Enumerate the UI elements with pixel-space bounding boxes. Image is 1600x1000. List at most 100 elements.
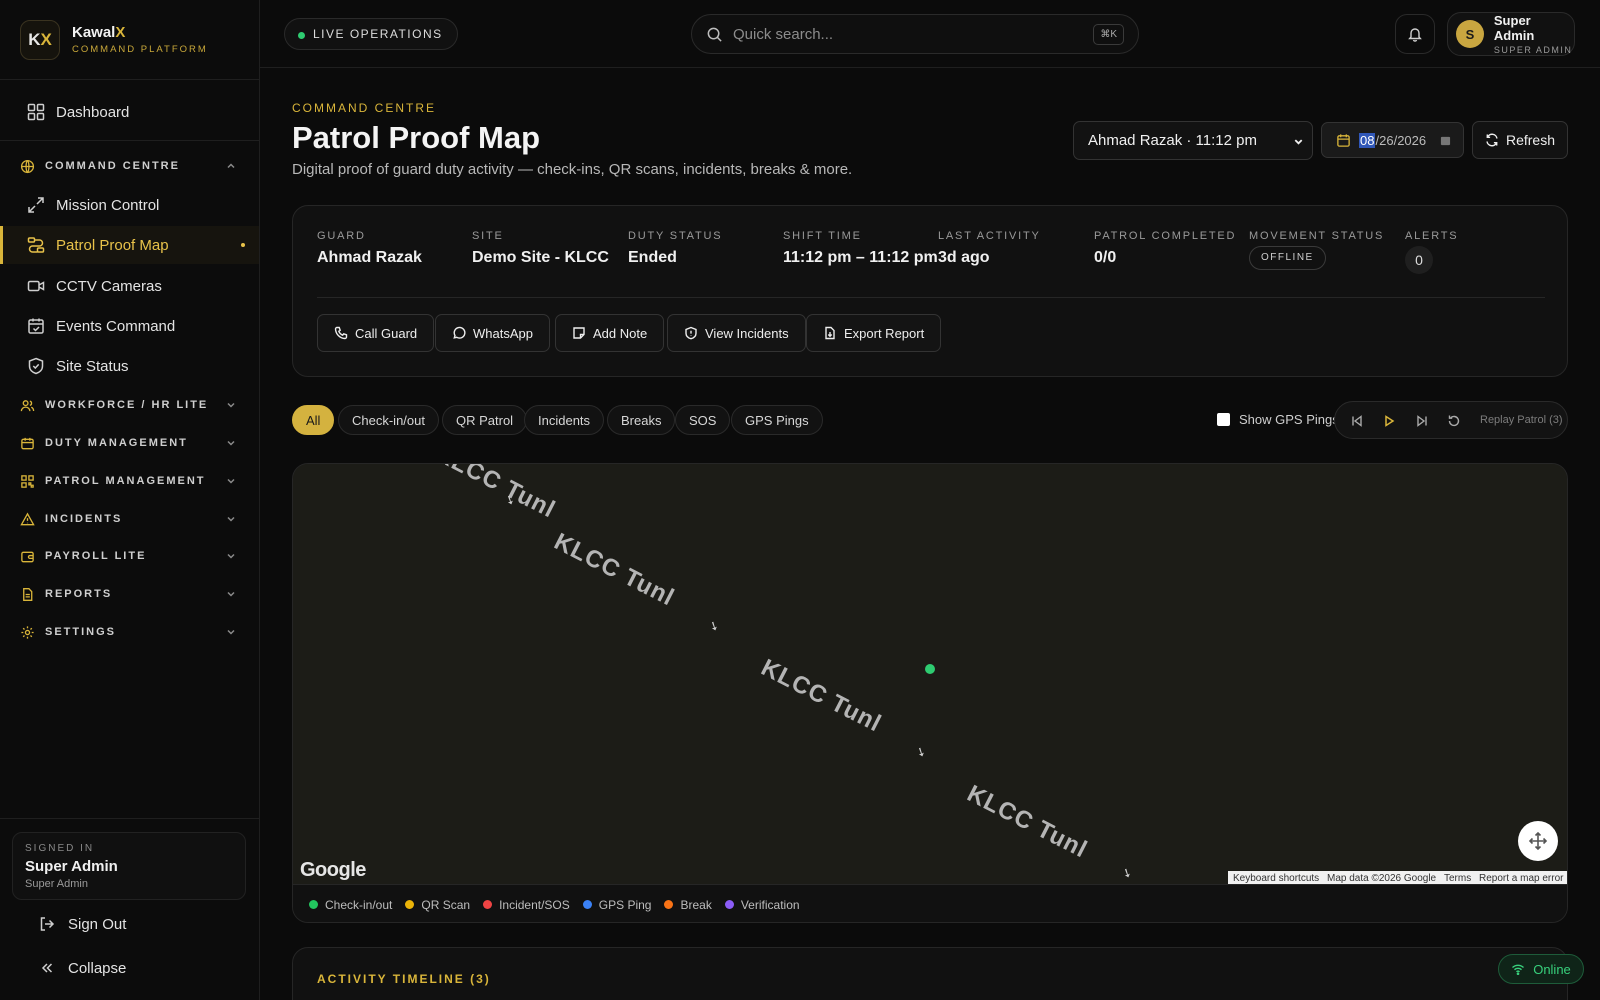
filter-chip-gps-pings[interactable]: GPS Pings xyxy=(731,405,823,435)
legend-label: Incident/SOS xyxy=(499,897,570,912)
map-canvas[interactable]: KLCC Tunl ➘ KLCC Tunl ➘ KLCC Tunl ➘ KLCC… xyxy=(293,464,1567,885)
sidebar-item-mission-control[interactable]: Mission Control xyxy=(0,186,259,224)
info-value: 0/0 xyxy=(1094,249,1117,266)
chevron-down-icon xyxy=(227,478,235,484)
chevron-down-icon xyxy=(227,629,235,635)
check-in-marker[interactable] xyxy=(925,664,935,674)
quick-search[interactable]: ⌘K xyxy=(691,14,1139,54)
divider xyxy=(0,818,259,819)
sidebar-item-events-command[interactable]: Events Command xyxy=(0,307,259,345)
signed-in-role: Super Admin xyxy=(25,878,88,890)
whatsapp-button[interactable]: WhatsApp xyxy=(435,314,550,352)
filter-chip-qr-patrol[interactable]: QR Patrol xyxy=(442,405,528,435)
notifications-button[interactable] xyxy=(1395,14,1435,54)
user-menu[interactable]: S Super Admin SUPER ADMIN xyxy=(1447,12,1575,56)
report-map-error-link[interactable]: Report a map error xyxy=(1474,871,1567,885)
nav-group-patrol-management[interactable]: PATROL MANAGEMENT xyxy=(0,466,259,496)
qr-icon xyxy=(21,474,34,488)
double-chevron-left-icon xyxy=(41,963,53,973)
video-icon xyxy=(27,280,45,292)
nav-group-payroll[interactable]: PAYROLL LITE xyxy=(0,541,259,571)
replay-label[interactable]: Replay Patrol (3) xyxy=(1480,414,1563,426)
keyboard-shortcuts-link[interactable]: Keyboard shortcuts xyxy=(1228,871,1325,885)
collapse-button[interactable]: Collapse xyxy=(38,956,126,980)
play-icon[interactable] xyxy=(1381,413,1397,429)
guard-select[interactable]: Ahmad Razak · 11:12 pm xyxy=(1073,121,1313,160)
patrol-map[interactable]: KLCC Tunl ➘ KLCC Tunl ➘ KLCC Tunl ➘ KLCC… xyxy=(292,463,1568,923)
sign-out-button[interactable]: Sign Out xyxy=(38,912,126,936)
sidebar-item-cctv-cameras[interactable]: CCTV Cameras xyxy=(0,267,259,305)
search-input[interactable] xyxy=(733,25,1073,43)
nav-group-incidents[interactable]: INCIDENTS xyxy=(0,504,259,534)
date-year[interactable]: 2026 xyxy=(1397,133,1426,148)
nav-group-command-centre[interactable]: COMMAND CENTRE xyxy=(0,151,259,181)
topbar: LIVE OPERATIONS ⌘K S Super Admin SUPER A… xyxy=(260,0,1600,68)
sidebar-item-dashboard[interactable]: Dashboard xyxy=(0,93,259,131)
refresh-button[interactable]: Refresh xyxy=(1472,121,1568,159)
call-guard-button[interactable]: Call Guard xyxy=(317,314,435,352)
refresh-label: Refresh xyxy=(1505,132,1556,148)
nav-group-label: INCIDENTS xyxy=(45,513,123,525)
chevron-down-icon xyxy=(227,591,235,597)
wallet-icon xyxy=(21,551,34,562)
date-day[interactable]: 26 xyxy=(1379,133,1393,148)
show-gps-pings-toggle[interactable]: Show GPS Pings xyxy=(1217,412,1339,427)
terms-link[interactable]: Terms xyxy=(1439,871,1477,885)
gps-toggle-label: Show GPS Pings xyxy=(1239,412,1339,427)
nav-group-workforce[interactable]: WORKFORCE / HR LITE xyxy=(0,390,259,420)
road-direction-arrow: ➘ xyxy=(913,743,929,761)
sidebar: KX KawalX COMMAND PLATFORM Dashboard COM… xyxy=(0,0,260,1000)
divider xyxy=(0,140,259,141)
export-report-button[interactable]: Export Report xyxy=(806,314,942,352)
reset-icon[interactable] xyxy=(1446,413,1462,429)
filter-chip-all[interactable]: All xyxy=(292,405,335,435)
map-data-attribution: Map data ©2026 Google xyxy=(1322,871,1442,885)
bell-icon xyxy=(1408,28,1422,42)
road-direction-arrow: ➘ xyxy=(1119,864,1135,882)
filter-chip-breaks[interactable]: Breaks xyxy=(607,405,676,435)
guard-select-value: Ahmad Razak · 11:12 pm xyxy=(1088,132,1257,149)
page-subtitle: Digital proof of guard duty activity — c… xyxy=(292,161,853,178)
expand-arrows-icon xyxy=(28,197,44,213)
search-shortcut: ⌘K xyxy=(1093,24,1124,45)
chevron-down-icon xyxy=(227,516,235,522)
nav-group-reports[interactable]: REPORTS xyxy=(0,579,259,609)
gps-checkbox[interactable] xyxy=(1217,413,1230,426)
map-camera-control[interactable] xyxy=(1518,821,1558,861)
nav-group-label: DUTY MANAGEMENT xyxy=(45,437,188,449)
info-label: SHIFT TIME xyxy=(783,230,862,242)
divider xyxy=(317,297,1545,298)
map-legend: Check-in/out QR Scan Incident/SOS GPS Pi… xyxy=(293,884,1567,922)
filter-chip-check-in-out[interactable]: Check-in/out xyxy=(338,405,439,435)
legend-item-check-in: Check-in/out xyxy=(309,898,392,912)
globe-icon xyxy=(20,159,35,173)
sidebar-item-label: Mission Control xyxy=(56,196,160,214)
calendar-picker-icon[interactable] xyxy=(1440,135,1451,146)
legend-label: QR Scan xyxy=(421,897,471,912)
chevron-down-icon xyxy=(227,553,235,559)
route-icon xyxy=(27,237,45,253)
nav-group-duty-management[interactable]: DUTY MANAGEMENT xyxy=(0,428,259,458)
skip-forward-icon[interactable] xyxy=(1414,413,1430,429)
brand[interactable]: KX KawalX COMMAND PLATFORM xyxy=(0,0,259,80)
gear-icon xyxy=(21,625,34,639)
sidebar-item-patrol-proof-map[interactable]: Patrol Proof Map xyxy=(0,226,259,264)
sidebar-item-site-status[interactable]: Site Status xyxy=(0,347,259,385)
filter-chip-sos[interactable]: SOS xyxy=(675,405,731,435)
sidebar-item-label: CCTV Cameras xyxy=(56,277,162,295)
filter-chip-incidents[interactable]: Incidents xyxy=(524,405,605,435)
date-month[interactable]: 08 xyxy=(1359,132,1376,148)
skip-back-icon[interactable] xyxy=(1349,413,1365,429)
road-label: KLCC Tunl xyxy=(549,528,679,612)
brand-name: KawalX xyxy=(72,24,126,41)
legend-item-incident: Incident/SOS xyxy=(483,898,570,912)
add-note-button[interactable]: Add Note xyxy=(555,314,665,352)
nav-group-settings[interactable]: SETTINGS xyxy=(0,617,259,647)
info-label: MOVEMENT STATUS xyxy=(1249,230,1385,242)
view-incidents-button[interactable]: View Incidents xyxy=(667,314,806,352)
legend-item-gps-ping: GPS Ping xyxy=(582,898,651,912)
date-picker[interactable]: 08/26/2026 xyxy=(1321,122,1464,158)
legend-dot xyxy=(405,900,415,909)
live-operations-badge[interactable]: LIVE OPERATIONS xyxy=(284,18,458,50)
legend-dot xyxy=(724,900,734,909)
